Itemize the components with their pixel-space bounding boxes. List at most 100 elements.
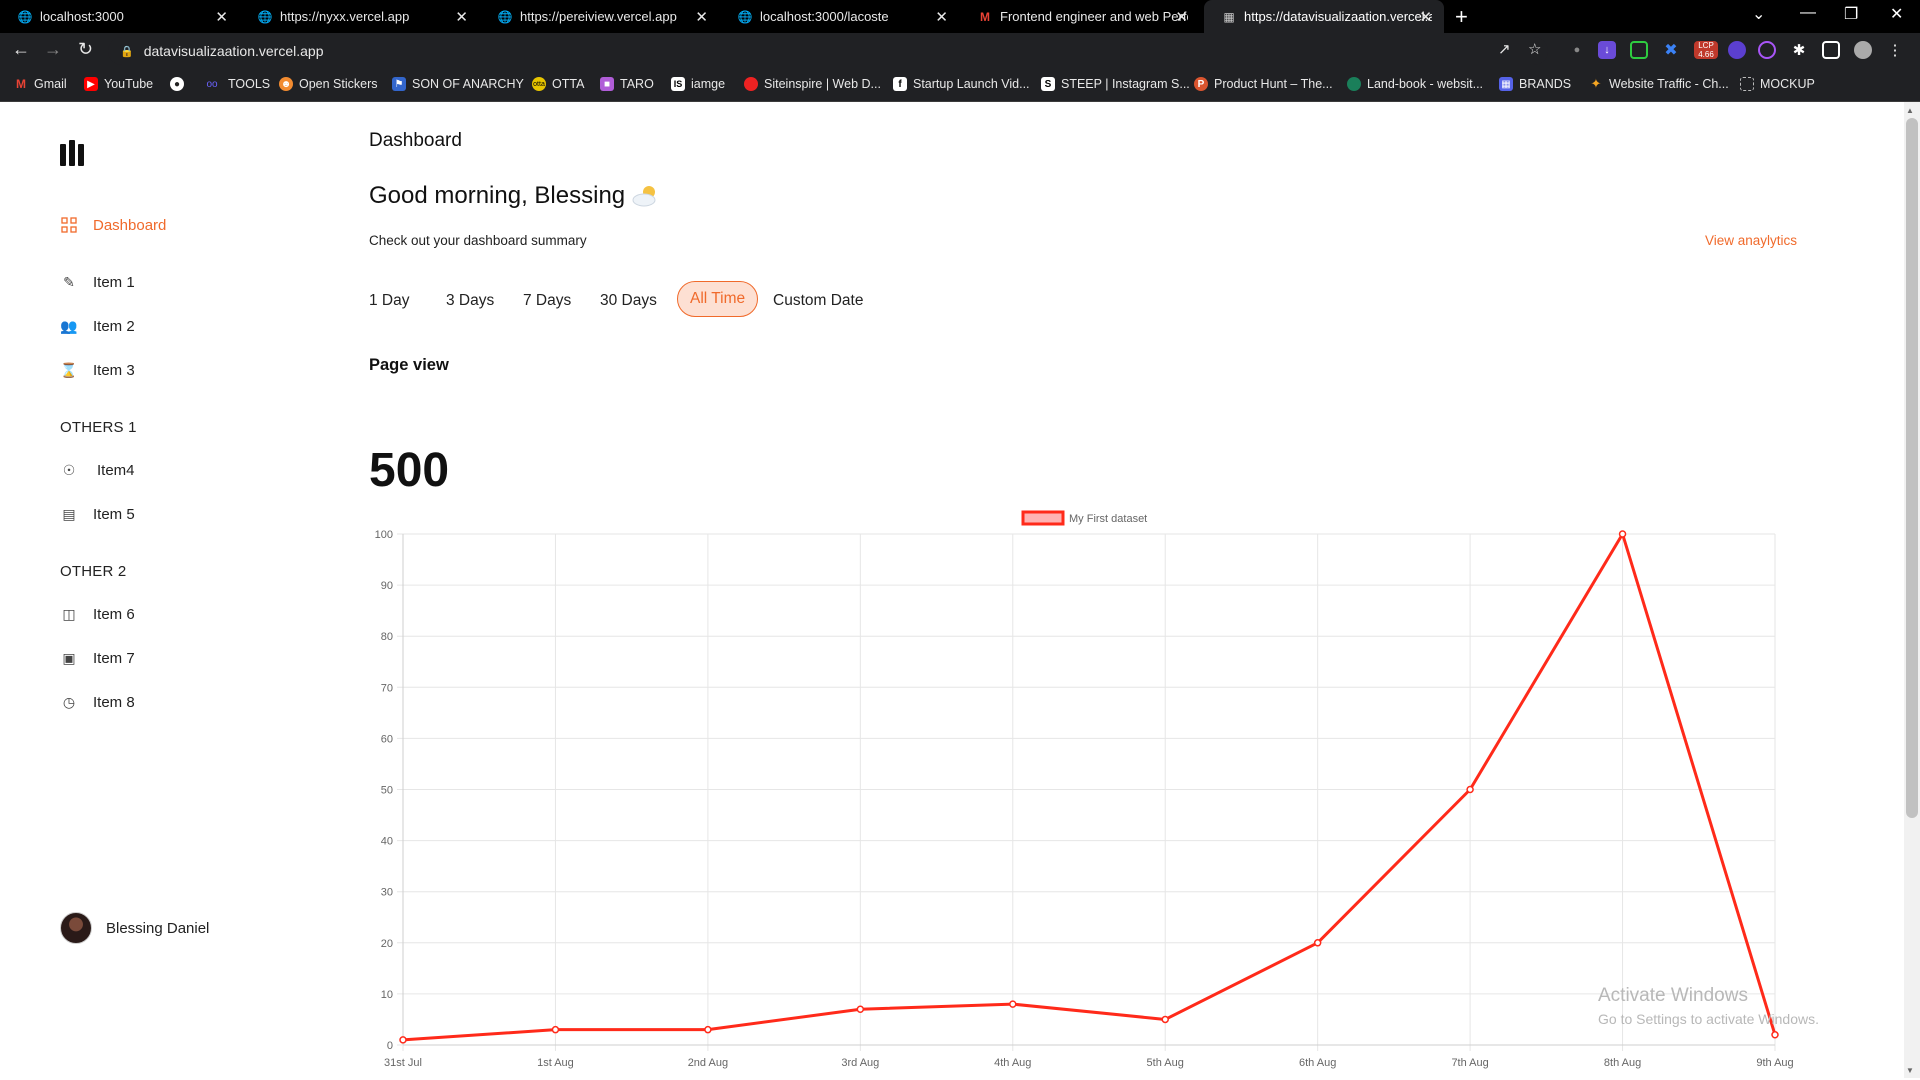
menu-icon[interactable]: ⋮: [1886, 41, 1904, 59]
close-icon[interactable]: ✕: [455, 8, 468, 26]
bookmark-website-traffic[interactable]: ✦ Website Traffic - Ch...: [1589, 76, 1729, 91]
facebook-icon: f: [893, 77, 907, 91]
bookmark-brands[interactable]: ▦ BRANDS: [1499, 77, 1571, 91]
browser-tab[interactable]: 🌐 https://pereiview.vercel.app ✕: [480, 0, 720, 33]
extension-icon[interactable]: [1630, 41, 1648, 59]
x-tick-label: 8th Aug: [1604, 1057, 1641, 1069]
data-point: [1466, 785, 1474, 794]
x-tick-label: 31st Jul: [384, 1057, 422, 1069]
sidebar-item-6[interactable]: ◫ Item 6: [60, 605, 134, 623]
otta-icon: otta: [532, 77, 546, 91]
range-30-days[interactable]: 30 Days: [600, 292, 657, 310]
bookmark-iamge[interactable]: IS iamge: [671, 77, 725, 91]
browser-tab-active[interactable]: ▦ https://datavisualizaation.vercel.a ✕: [1204, 0, 1444, 33]
y-tick-label: 100: [375, 529, 393, 541]
sidebar-item-5[interactable]: ▤ Item 5: [60, 505, 134, 523]
user-profile[interactable]: Blessing Daniel: [60, 912, 209, 944]
youtube-icon: ▶: [84, 77, 98, 91]
download-icon[interactable]: ↓: [1598, 41, 1616, 59]
extension-icon[interactable]: [1728, 41, 1746, 59]
sidebar-item-2[interactable]: 👥 Item 2: [60, 317, 134, 335]
sidebar-item-4[interactable]: ☉ Item4: [60, 461, 135, 479]
steep-icon: S: [1041, 77, 1055, 91]
close-window-button[interactable]: ✕: [1890, 4, 1903, 24]
browser-tab[interactable]: 🌐 localhost:3000/lacoste ✕: [720, 0, 960, 33]
y-tick-label: 20: [381, 938, 393, 950]
bookmark-taro[interactable]: ■ TARO: [600, 77, 654, 91]
taro-icon: ■: [600, 77, 614, 91]
sidebar-item-label: Item 3: [93, 361, 135, 379]
range-1-day[interactable]: 1 Day: [369, 292, 410, 310]
range-7-days[interactable]: 7 Days: [523, 292, 571, 310]
puzzle-icon[interactable]: ✱: [1790, 41, 1808, 59]
close-icon[interactable]: ✕: [1175, 8, 1188, 26]
sidebar-item-8[interactable]: ◷ Item 8: [60, 693, 135, 711]
bookmark-mockup[interactable]: MOCKUP: [1740, 77, 1815, 91]
scrollbar-thumb[interactable]: [1906, 118, 1918, 818]
flag-icon: ⚑: [392, 77, 406, 91]
back-icon[interactable]: ←: [12, 39, 30, 60]
new-tab-button[interactable]: +: [1455, 4, 1468, 30]
bookmark-tools[interactable]: oo TOOLS: [202, 77, 270, 91]
sidebar-item-7[interactable]: ▣ Item 7: [60, 649, 134, 667]
sidepanel-icon[interactable]: [1822, 41, 1840, 59]
bookmark-youtube[interactable]: ▶ YouTube: [84, 77, 153, 91]
extension-icon[interactable]: ✖: [1662, 41, 1680, 59]
profile-icon[interactable]: [1854, 41, 1872, 59]
extension-icon[interactable]: [1758, 41, 1776, 59]
bookmark-product-hunt[interactable]: P Product Hunt – The...: [1194, 77, 1333, 91]
view-analytics-link[interactable]: View anaylytics: [1705, 233, 1797, 248]
sidebar-item-label: Item 8: [93, 693, 135, 711]
brands-icon: ▦: [1499, 77, 1513, 91]
address-bar[interactable]: 🔒 datavisualizaation.vercel.app: [108, 37, 1548, 65]
bookmark-otta[interactable]: otta OTTA: [532, 77, 584, 91]
bookmark-startup-launch[interactable]: f Startup Launch Vid...: [893, 77, 1030, 91]
sidebar-item-dashboard[interactable]: Dashboard: [60, 216, 166, 234]
scroll-down-icon[interactable]: ▼: [1906, 1066, 1914, 1075]
close-icon[interactable]: ✕: [215, 8, 228, 26]
data-point: [1313, 939, 1322, 947]
close-icon[interactable]: ✕: [1419, 8, 1432, 26]
y-tick-label: 80: [381, 631, 393, 643]
extension-icon[interactable]: ●: [1568, 41, 1586, 59]
close-icon[interactable]: ✕: [935, 8, 948, 26]
y-tick-label: 30: [381, 887, 393, 899]
close-icon[interactable]: ✕: [695, 8, 708, 26]
y-tick-label: 0: [387, 1040, 393, 1052]
range-3-days[interactable]: 3 Days: [446, 292, 494, 310]
browser-tab[interactable]: M Frontend engineer and web Perfo ✕: [960, 0, 1200, 33]
star-icon[interactable]: ☆: [1528, 40, 1541, 58]
globe-icon: 🌐: [257, 9, 273, 24]
browser-tab[interactable]: 🌐 localhost:3000 ✕: [0, 0, 240, 33]
data-point: [704, 1025, 712, 1034]
bookmark-gmail[interactable]: M Gmail: [14, 77, 67, 91]
sidebar-item-3[interactable]: ⌛ Item 3: [60, 361, 135, 379]
y-tick-label: 70: [381, 682, 393, 694]
mockup-icon: [1740, 77, 1754, 91]
app-logo[interactable]: [60, 140, 84, 166]
lcp-badge-icon[interactable]: LCP 4.66: [1694, 41, 1718, 59]
bookmark-open-stickers[interactable]: ☻ Open Stickers: [279, 77, 378, 91]
x-tick-label: 2nd Aug: [688, 1057, 728, 1069]
is-icon: IS: [671, 77, 685, 91]
tab-search-icon[interactable]: ⌄: [1752, 4, 1765, 24]
minimize-button[interactable]: —: [1800, 4, 1816, 22]
bookmark-land-book[interactable]: Land-book - websit...: [1347, 77, 1483, 91]
sidebar-item-1[interactable]: ✎ Item 1: [60, 273, 135, 291]
reload-icon[interactable]: ↻: [78, 39, 93, 60]
bookmark-globe[interactable]: ●: [170, 77, 190, 91]
scroll-up-icon[interactable]: ▲: [1906, 106, 1914, 115]
share-icon[interactable]: ↗: [1498, 40, 1511, 58]
sidebar-item-label: Dashboard: [93, 216, 167, 234]
forward-icon[interactable]: →: [44, 39, 62, 60]
sidebar-item-label: Item4: [97, 461, 135, 479]
data-point: [1009, 1000, 1017, 1008]
lock-icon: 🔒: [120, 45, 134, 58]
browser-tab[interactable]: 🌐 https://nyxx.vercel.app ✕: [240, 0, 480, 33]
bookmark-steep[interactable]: S STEEP | Instagram S...: [1041, 77, 1190, 91]
bookmark-son-of-anarchy[interactable]: ⚑ SON OF ANARCHY: [392, 77, 524, 91]
range-all-time[interactable]: All Time: [677, 281, 759, 317]
bookmark-siteinspire[interactable]: Siteinspire | Web D...: [744, 77, 881, 91]
range-custom-date[interactable]: Custom Date: [773, 292, 863, 310]
restore-button[interactable]: ❐: [1844, 4, 1858, 24]
